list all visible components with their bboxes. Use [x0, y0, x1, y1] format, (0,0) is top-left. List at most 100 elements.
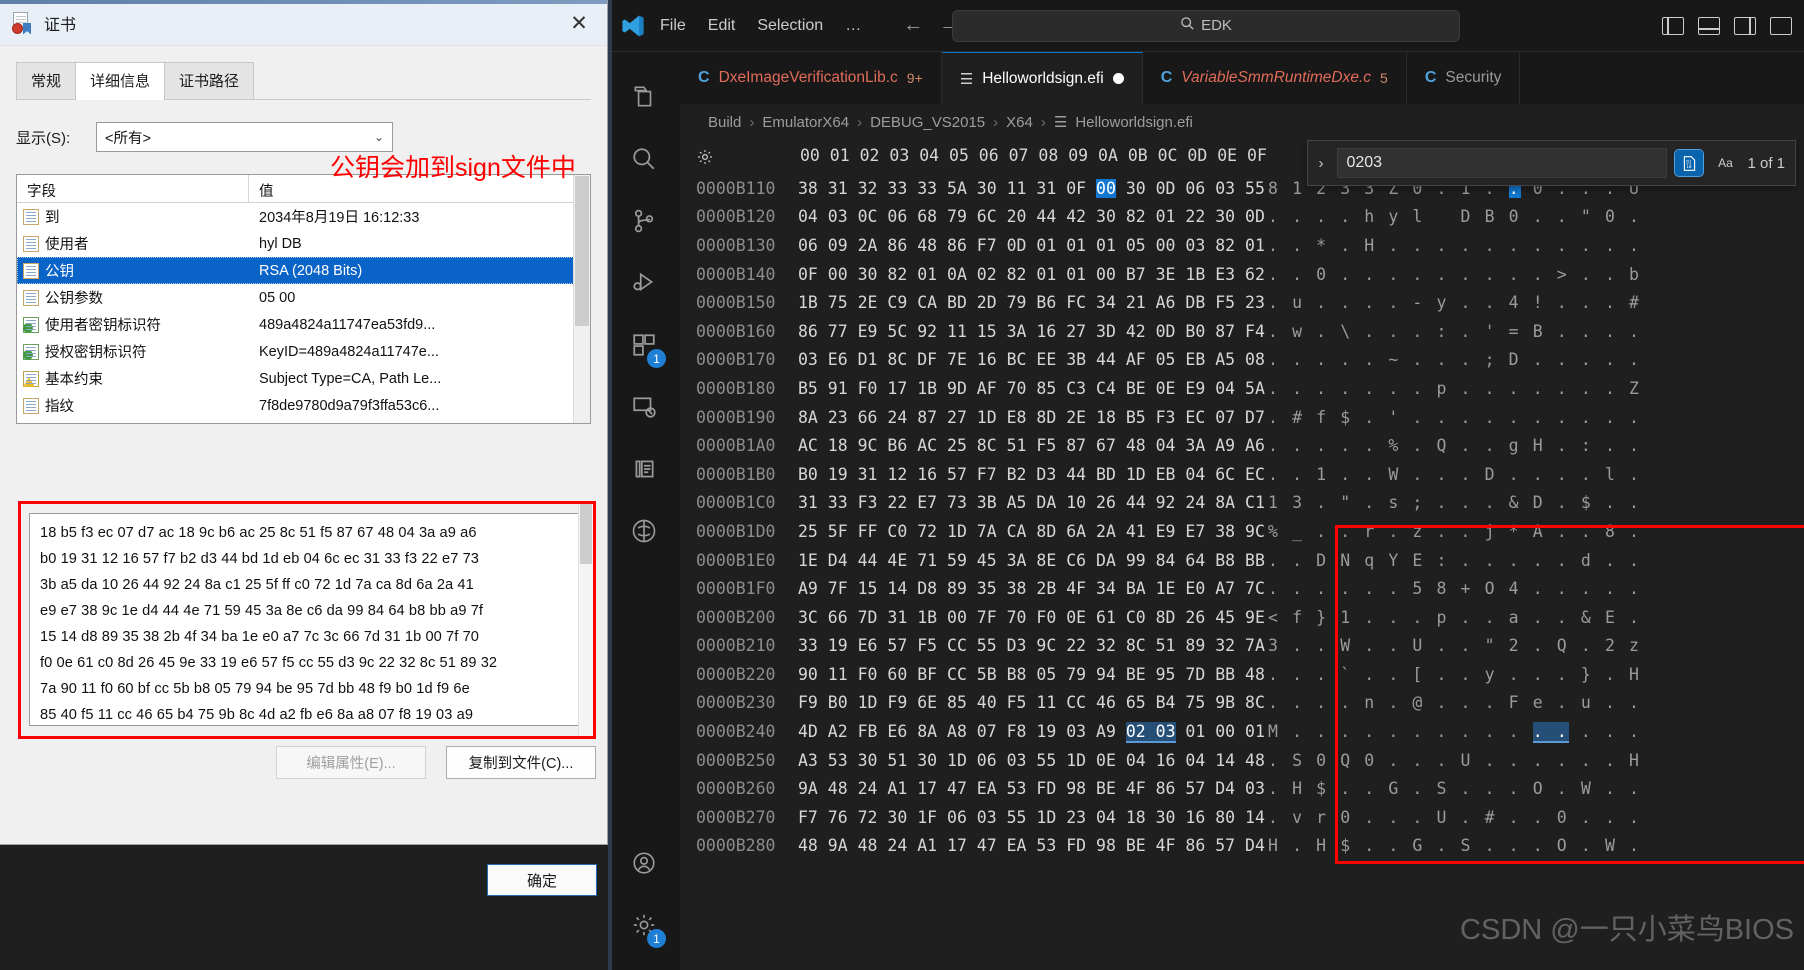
hex-bytes[interactable]: 9A 48 24 A1 17 47 EA 53 FD 98 BE 4F 86 5… [798, 779, 1268, 798]
hex-row[interactable]: 0000B230 F9 B0 1D F9 6E 85 40 F5 11 CC 46… [680, 689, 1804, 718]
hex-bytes[interactable]: 90 11 F0 60 BF CC 5B B8 05 79 94 BE 95 7… [798, 665, 1268, 684]
menubar[interactable]: File Edit Selection … [660, 17, 861, 35]
table-row[interactable]: 到 2034年8月19日 16:12:33 [17, 203, 590, 230]
hex-row[interactable]: 0000B150 1B 75 2E C9 CA BD 2D 79 B6 FC 34… [680, 288, 1804, 317]
hex-row[interactable]: 0000B260 9A 48 24 A1 17 47 EA 53 FD 98 BE… [680, 774, 1804, 803]
hex-bytes[interactable]: 86 77 E9 5C 92 11 15 3A 16 27 3D 42 0D B… [798, 322, 1268, 341]
breadcrumb-file[interactable]: Helloworldsign.efi [1075, 114, 1193, 131]
hex-bytes[interactable]: A3 53 30 51 30 1D 06 03 55 1D 0E 04 16 0… [798, 751, 1268, 770]
hex-ascii[interactable]: . . . . n . @ . . . F e . u . . [1268, 693, 1641, 712]
hex-row[interactable]: 0000B130 06 09 2A 86 48 86 F7 0D 01 01 01… [680, 231, 1804, 260]
table-row[interactable]: 公钥参数 05 00 [17, 284, 590, 311]
hex-ascii[interactable]: . . . ` . . [ . . y . . . } . H [1268, 665, 1641, 684]
activity-search-icon[interactable] [616, 128, 672, 190]
hex-bytes[interactable]: 4D A2 FB E6 8A A8 07 F8 19 03 A9 02 03 0… [798, 722, 1268, 744]
hex-ascii[interactable]: . . D N q Y E : . . . . . d . . [1268, 551, 1641, 570]
hex-bytes[interactable]: 1E D4 44 4E 71 59 45 3A 8E C6 DA 99 84 6… [798, 551, 1268, 570]
hex-row[interactable]: 0000B190 8A 23 66 24 87 27 1D E8 8D 2E 18… [680, 403, 1804, 432]
toggle-secondary-sidebar-icon[interactable] [1734, 16, 1756, 35]
menu-file[interactable]: File [660, 17, 686, 35]
hex-row[interactable]: 0000B160 86 77 E9 5C 92 11 15 3A 16 27 3D… [680, 317, 1804, 346]
tab-details[interactable]: 详细信息 [75, 62, 166, 100]
hex-row[interactable]: 0000B250 A3 53 30 51 30 1D 06 03 55 1D 0E… [680, 746, 1804, 775]
certificate-action-buttons[interactable]: 编辑属性(E)... 复制到文件(C)... [18, 746, 596, 779]
table-row[interactable]: 使用者密钥标识符 489a4824a11747ea53fd9... [17, 311, 590, 338]
hex-row[interactable]: 0000B210 33 19 E6 57 F5 CC 55 D3 9C 22 32… [680, 632, 1804, 661]
hex-row[interactable]: 0000B1A0 AC 18 9C B6 AC 25 8C 51 F5 87 67… [680, 431, 1804, 460]
table-row[interactable]: 使用者 hyl DB [17, 230, 590, 257]
hex-ascii[interactable]: 1 3 . " . s ; . . . & D . $ . . [1268, 493, 1641, 512]
tab-certification-path[interactable]: 证书路径 [164, 62, 255, 99]
toggle-primary-sidebar-icon[interactable] [1662, 16, 1684, 35]
find-expand-chevron-icon[interactable]: › [1312, 155, 1329, 172]
hex-ascii[interactable]: . S 0 Q 0 . . . U . . . . . . H [1268, 751, 1641, 770]
table-row[interactable]: 授权密钥标识符 KeyID=489a4824a11747e... [17, 338, 590, 365]
hex-ascii[interactable]: . # f $ . ' . . . . . . . . . . [1268, 408, 1641, 427]
tab-variablesmmruntimedxe[interactable]: C VariableSmmRuntimeDxe.c 5 [1142, 52, 1407, 104]
hex-row[interactable]: 0000B1F0 A9 7F 15 14 D8 89 35 38 2B 4F 34… [680, 574, 1804, 603]
hex-ascii[interactable]: . . . . . ~ . . . ; D . . . . . [1268, 350, 1641, 369]
hex-ascii[interactable]: . . . . h y l D B 0 . . " 0 . [1268, 207, 1641, 226]
hex-bytes[interactable]: 04 03 0C 06 68 79 6C 20 44 42 30 82 01 2… [798, 207, 1268, 226]
activity-testing-icon[interactable] [616, 438, 672, 500]
tab-helloworldsign-efi[interactable]: ☰ Helloworldsign.efi [941, 52, 1143, 104]
table-scrollbar[interactable] [573, 175, 590, 423]
hex-bytes[interactable]: 33 19 E6 57 F5 CC 55 D3 9C 22 32 8C 51 8… [798, 636, 1268, 655]
find-input[interactable]: 0203 [1337, 148, 1668, 178]
hex-row[interactable]: 0000B270 F7 76 72 30 1F 06 03 55 1D 23 04… [680, 803, 1804, 832]
edit-properties-button[interactable]: 编辑属性(E)... [276, 746, 426, 779]
hex-bytes[interactable]: B5 91 F0 17 1B 9D AF 70 85 C3 C4 BE 0E E… [798, 379, 1268, 398]
close-icon[interactable]: ✕ [557, 3, 601, 43]
hex-ascii[interactable]: % _ . . r . z . . j * A . . 8 . [1268, 522, 1641, 541]
hex-row[interactable]: 0000B200 3C 66 7D 31 1B 00 7F 70 F0 0E 61… [680, 603, 1804, 632]
hex-ascii[interactable]: 3 . . W . . U . . " 2 . Q . 2 z [1268, 636, 1641, 655]
ok-button[interactable]: 确定 [487, 864, 597, 896]
hex-row[interactable]: 0000B1B0 B0 19 31 12 16 57 F7 B2 D3 44 BD… [680, 460, 1804, 489]
activity-explorer-icon[interactable] [616, 66, 672, 128]
breadcrumb-build[interactable]: Build [708, 114, 741, 131]
activity-bar[interactable]: 1 1 [608, 52, 680, 970]
activity-source-control-icon[interactable] [616, 190, 672, 252]
hex-bytes[interactable]: A9 7F 15 14 D8 89 35 38 2B 4F 34 BA 1E E… [798, 579, 1268, 598]
breadcrumb-x64[interactable]: X64 [1006, 114, 1033, 131]
hex-value-scrollbar[interactable] [578, 504, 593, 736]
hex-ascii[interactable]: . w . \ . . . : . ' = B . . . . [1268, 322, 1641, 341]
hex-row[interactable]: 0000B1D0 25 5F FF C0 72 1D 7A CA 8D 6A 2A… [680, 517, 1804, 546]
activity-run-debug-icon[interactable] [616, 252, 672, 314]
hex-bytes[interactable]: 06 09 2A 86 48 86 F7 0D 01 01 01 05 00 0… [798, 236, 1268, 255]
hex-rows-container[interactable]: 0000B110 38 31 32 33 33 5A 30 11 31 0F 00… [680, 174, 1804, 970]
hex-bytes[interactable]: 0F 00 30 82 01 0A 02 82 01 01 00 B7 3E 1… [798, 265, 1268, 284]
find-widget[interactable]: › 0203 01 10 Aa 1 of 1 [1307, 140, 1796, 186]
toggle-panel-icon[interactable] [1698, 16, 1720, 35]
hex-ascii[interactable]: . . . . . . 5 8 + O 4 . . . . . [1268, 579, 1641, 598]
hex-bytes[interactable]: F9 B0 1D F9 6E 85 40 F5 11 CC 46 65 B4 7… [798, 693, 1268, 712]
menu-selection[interactable]: Selection [757, 17, 823, 35]
hex-ascii[interactable]: . . 1 . . W . . . D . . . . l . [1268, 465, 1641, 484]
hex-ascii[interactable]: . . 0 . . . . . . . . . > . . b [1268, 265, 1641, 284]
hex-ascii[interactable]: . . . . . % . Q . . g H . : . . [1268, 436, 1641, 455]
hex-bytes[interactable]: 3C 66 7D 31 1B 00 7F 70 F0 0E 61 C0 8D 2… [798, 608, 1268, 627]
activity-copilot-icon[interactable] [616, 500, 672, 562]
breadcrumb-emulatorx64[interactable]: EmulatorX64 [762, 114, 849, 131]
activity-accounts-icon[interactable] [616, 832, 672, 894]
activity-extensions-icon[interactable]: 1 [616, 314, 672, 376]
menu-more[interactable]: … [845, 17, 861, 35]
editor-tabs[interactable]: C DxeImageVerificationLib.c 9+ ☰ Hellowo… [680, 52, 1804, 104]
hex-search-toggle-icon[interactable]: 01 10 [1674, 149, 1705, 177]
hex-row[interactable]: 0000B280 48 9A 48 24 A1 17 47 EA 53 FD 98… [680, 832, 1804, 861]
match-case-icon[interactable]: Aa [1711, 150, 1739, 176]
hex-bytes[interactable]: B0 19 31 12 16 57 F7 B2 D3 44 BD 1D EB 0… [798, 465, 1268, 484]
layout-controls[interactable] [1662, 16, 1792, 35]
activity-settings-icon[interactable]: 1 [616, 894, 672, 956]
hex-row[interactable]: 0000B180 B5 91 F0 17 1B 9D AF 70 85 C3 C4… [680, 374, 1804, 403]
navigation-controls[interactable]: ← → [903, 14, 959, 37]
hex-bytes[interactable]: 48 9A 48 24 A1 17 47 EA 53 FD 98 BE 4F 8… [798, 836, 1268, 855]
command-center-search[interactable]: EDK [952, 9, 1460, 42]
back-arrow-icon[interactable]: ← [903, 14, 923, 37]
menu-edit[interactable]: Edit [708, 17, 736, 35]
tab-dxeimageverificationlib[interactable]: C DxeImageVerificationLib.c 9+ [680, 52, 942, 104]
hex-ascii[interactable]: . . * . H . . . . . . . . . . . [1268, 236, 1641, 255]
hex-row[interactable]: 0000B120 04 03 0C 06 68 79 6C 20 44 42 30… [680, 203, 1804, 232]
copy-to-file-button[interactable]: 复制到文件(C)... [446, 746, 596, 779]
certificate-tabs[interactable]: 常规 详细信息 证书路径 [16, 58, 591, 100]
